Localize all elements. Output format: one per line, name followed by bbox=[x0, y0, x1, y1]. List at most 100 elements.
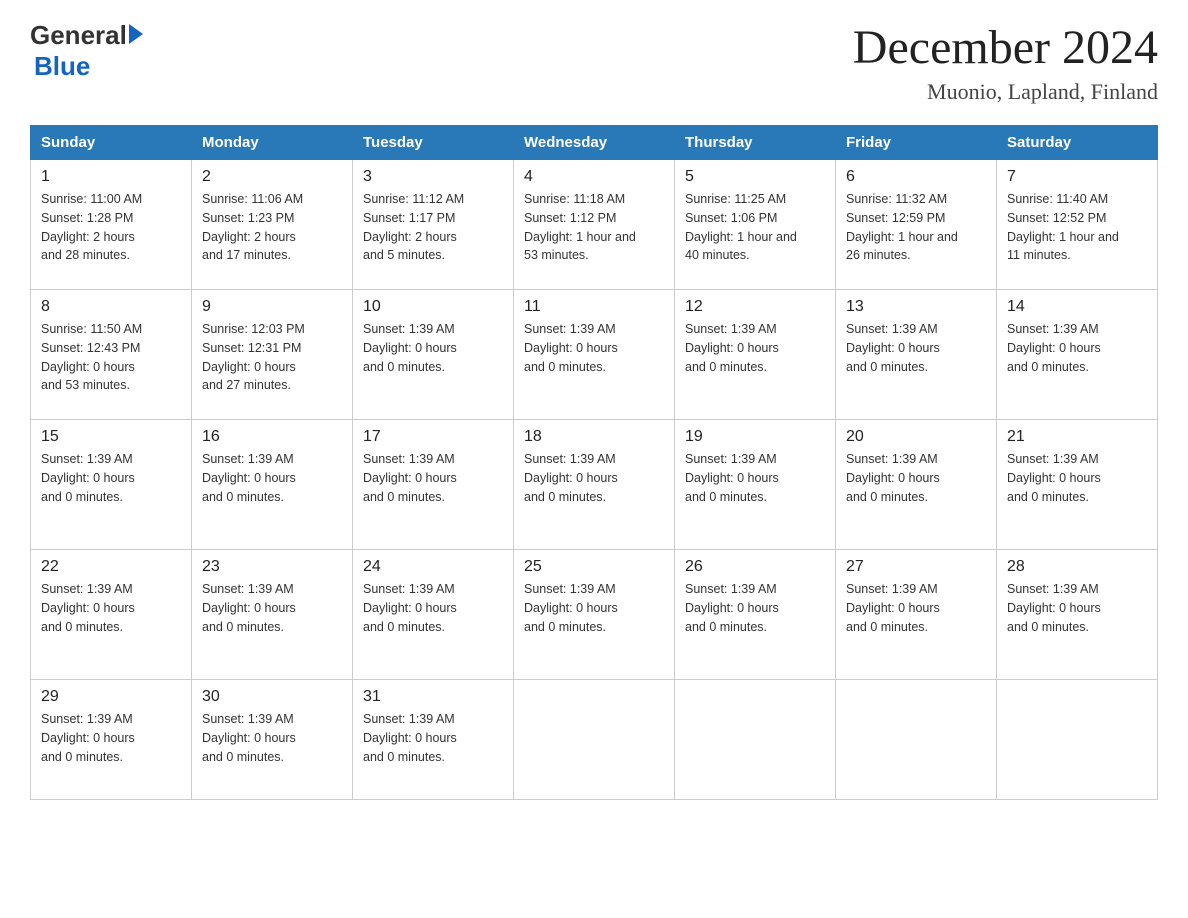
day-number-8: 8 bbox=[41, 298, 181, 316]
day-number-19: 19 bbox=[685, 428, 825, 446]
day-number-27: 27 bbox=[846, 558, 986, 576]
header-col-friday: Friday bbox=[836, 126, 997, 160]
cell-w4-d1: 22 Sunset: 1:39 AM Daylight: 0 hours and … bbox=[31, 550, 192, 680]
day-number-16: 16 bbox=[202, 428, 342, 446]
day-number-29: 29 bbox=[41, 688, 181, 706]
calendar-subtitle: Muonio, Lapland, Finland bbox=[853, 79, 1158, 105]
cell-w1-d7: 7 Sunrise: 11:40 AM Sunset: 12:52 PM Dayl… bbox=[997, 160, 1158, 290]
day-number-2: 2 bbox=[202, 168, 342, 186]
cell-w1-d3: 3Sunrise: 11:12 AM Sunset: 1:17 PM Dayli… bbox=[353, 160, 514, 290]
day-info-21: Sunset: 1:39 AM Daylight: 0 hours and 0 … bbox=[1007, 450, 1147, 506]
cell-w3-d6: 20 Sunset: 1:39 AM Daylight: 0 hours and … bbox=[836, 420, 997, 550]
calendar-title: December 2024 bbox=[853, 20, 1158, 75]
cell-w4-d3: 24 Sunset: 1:39 AM Daylight: 0 hours and … bbox=[353, 550, 514, 680]
header: General Blue December 2024 Muonio, Lapla… bbox=[30, 20, 1158, 105]
day-info-20: Sunset: 1:39 AM Daylight: 0 hours and 0 … bbox=[846, 450, 986, 506]
day-number-30: 30 bbox=[202, 688, 342, 706]
logo: General Blue bbox=[30, 20, 143, 82]
day-info-16: Sunset: 1:39 AM Daylight: 0 hours and 0 … bbox=[202, 450, 342, 506]
day-info-19: Sunset: 1:39 AM Daylight: 0 hours and 0 … bbox=[685, 450, 825, 506]
day-number-13: 13 bbox=[846, 298, 986, 316]
day-info-18: Sunset: 1:39 AM Daylight: 0 hours and 0 … bbox=[524, 450, 664, 506]
cell-w2-d3: 10 Sunset: 1:39 AM Daylight: 0 hours and … bbox=[353, 290, 514, 420]
cell-w5-d7 bbox=[997, 680, 1158, 800]
day-info-28: Sunset: 1:39 AM Daylight: 0 hours and 0 … bbox=[1007, 580, 1147, 636]
day-number-22: 22 bbox=[41, 558, 181, 576]
cell-w1-d6: 6 Sunrise: 11:32 AM Sunset: 12:59 PM Dayl… bbox=[836, 160, 997, 290]
day-number-28: 28 bbox=[1007, 558, 1147, 576]
day-info-8: Sunrise: 11:50 AM Sunset: 12:43 PM Dayli… bbox=[41, 320, 181, 395]
day-info-22: Sunset: 1:39 AM Daylight: 0 hours and 0 … bbox=[41, 580, 181, 636]
cell-w3-d7: 21 Sunset: 1:39 AM Daylight: 0 hours and … bbox=[997, 420, 1158, 550]
day-number-21: 21 bbox=[1007, 428, 1147, 446]
day-number-31: 31 bbox=[363, 688, 503, 706]
day-number-20: 20 bbox=[846, 428, 986, 446]
cell-w2-d7: 14 Sunset: 1:39 AM Daylight: 0 hours and … bbox=[997, 290, 1158, 420]
day-number-23: 23 bbox=[202, 558, 342, 576]
cell-w2-d1: 8 Sunrise: 11:50 AM Sunset: 12:43 PM Dayl… bbox=[31, 290, 192, 420]
day-number-5: 5 bbox=[685, 168, 825, 186]
cell-w3-d2: 16 Sunset: 1:39 AM Daylight: 0 hours and … bbox=[192, 420, 353, 550]
day-info-24: Sunset: 1:39 AM Daylight: 0 hours and 0 … bbox=[363, 580, 503, 636]
cell-w1-d1: 1 Sunrise: 11:00 AM Sunset: 1:28 PM Dayli… bbox=[31, 160, 192, 290]
day-number-24: 24 bbox=[363, 558, 503, 576]
day-info-30: Sunset: 1:39 AM Daylight: 0 hours and 0 … bbox=[202, 710, 342, 766]
day-info-25: Sunset: 1:39 AM Daylight: 0 hours and 0 … bbox=[524, 580, 664, 636]
week-row-2: 8 Sunrise: 11:50 AM Sunset: 12:43 PM Dayl… bbox=[31, 290, 1158, 420]
week-row-3: 15 Sunset: 1:39 AM Daylight: 0 hours and … bbox=[31, 420, 1158, 550]
day-number-6: 6 bbox=[846, 168, 986, 186]
day-info-12: Sunset: 1:39 AM Daylight: 0 hours and 0 … bbox=[685, 320, 825, 376]
week-row-1: 1 Sunrise: 11:00 AM Sunset: 1:28 PM Dayli… bbox=[31, 160, 1158, 290]
day-info-9: Sunrise: 12:03 PM Sunset: 12:31 PM Dayli… bbox=[202, 320, 342, 395]
day-info-31: Sunset: 1:39 AM Daylight: 0 hours and 0 … bbox=[363, 710, 503, 766]
cell-w5-d6 bbox=[836, 680, 997, 800]
day-number-7: 7 bbox=[1007, 168, 1147, 186]
day-number-17: 17 bbox=[363, 428, 503, 446]
day-info-3: Sunrise: 11:12 AM Sunset: 1:17 PM Daylig… bbox=[363, 190, 503, 265]
cell-w2-d5: 12Sunset: 1:39 AM Daylight: 0 hours and … bbox=[675, 290, 836, 420]
cell-w3-d3: 17Sunset: 1:39 AM Daylight: 0 hours and … bbox=[353, 420, 514, 550]
header-col-thursday: Thursday bbox=[675, 126, 836, 160]
day-info-2: Sunrise: 11:06 AM Sunset: 1:23 PM Daylig… bbox=[202, 190, 342, 265]
cell-w5-d5 bbox=[675, 680, 836, 800]
day-number-18: 18 bbox=[524, 428, 664, 446]
day-number-11: 11 bbox=[524, 298, 664, 316]
day-info-26: Sunset: 1:39 AM Daylight: 0 hours and 0 … bbox=[685, 580, 825, 636]
day-number-14: 14 bbox=[1007, 298, 1147, 316]
cell-w4-d6: 27 Sunset: 1:39 AM Daylight: 0 hours and … bbox=[836, 550, 997, 680]
day-number-1: 1 bbox=[41, 168, 181, 186]
day-info-4: Sunrise: 11:18 AM Sunset: 1:12 PM Daylig… bbox=[524, 190, 664, 265]
day-number-25: 25 bbox=[524, 558, 664, 576]
day-number-10: 10 bbox=[363, 298, 503, 316]
cell-w4-d4: 25 Sunset: 1:39 AM Daylight: 0 hours and … bbox=[514, 550, 675, 680]
day-info-10: Sunset: 1:39 AM Daylight: 0 hours and 0 … bbox=[363, 320, 503, 376]
day-info-27: Sunset: 1:39 AM Daylight: 0 hours and 0 … bbox=[846, 580, 986, 636]
week-row-4: 22 Sunset: 1:39 AM Daylight: 0 hours and … bbox=[31, 550, 1158, 680]
header-col-sunday: Sunday bbox=[31, 126, 192, 160]
day-number-15: 15 bbox=[41, 428, 181, 446]
day-info-14: Sunset: 1:39 AM Daylight: 0 hours and 0 … bbox=[1007, 320, 1147, 376]
cell-w4-d5: 26 Sunset: 1:39 AM Daylight: 0 hours and … bbox=[675, 550, 836, 680]
cell-w5-d3: 31 Sunset: 1:39 AM Daylight: 0 hours and … bbox=[353, 680, 514, 800]
day-number-4: 4 bbox=[524, 168, 664, 186]
header-col-tuesday: Tuesday bbox=[353, 126, 514, 160]
day-info-13: Sunset: 1:39 AM Daylight: 0 hours and 0 … bbox=[846, 320, 986, 376]
cell-w1-d2: 2 Sunrise: 11:06 AM Sunset: 1:23 PM Dayli… bbox=[192, 160, 353, 290]
week-row-5: 29 Sunset: 1:39 AM Daylight: 0 hours and … bbox=[31, 680, 1158, 800]
day-info-29: Sunset: 1:39 AM Daylight: 0 hours and 0 … bbox=[41, 710, 181, 766]
cell-w1-d4: 4 Sunrise: 11:18 AM Sunset: 1:12 PM Dayli… bbox=[514, 160, 675, 290]
cell-w2-d2: 9Sunrise: 12:03 PM Sunset: 12:31 PM Dayl… bbox=[192, 290, 353, 420]
logo-arrow-icon bbox=[129, 24, 143, 44]
cell-w2-d4: 11Sunset: 1:39 AM Daylight: 0 hours and … bbox=[514, 290, 675, 420]
day-info-7: Sunrise: 11:40 AM Sunset: 12:52 PM Dayli… bbox=[1007, 190, 1147, 265]
logo-general: General bbox=[30, 20, 127, 51]
column-headers: SundayMondayTuesdayWednesdayThursdayFrid… bbox=[31, 126, 1158, 160]
header-col-wednesday: Wednesday bbox=[514, 126, 675, 160]
day-info-6: Sunrise: 11:32 AM Sunset: 12:59 PM Dayli… bbox=[846, 190, 986, 265]
title-area: December 2024 Muonio, Lapland, Finland bbox=[853, 20, 1158, 105]
cell-w4-d7: 28 Sunset: 1:39 AM Daylight: 0 hours and … bbox=[997, 550, 1158, 680]
header-col-monday: Monday bbox=[192, 126, 353, 160]
logo-blue: Blue bbox=[34, 51, 90, 81]
day-number-26: 26 bbox=[685, 558, 825, 576]
day-info-1: Sunrise: 11:00 AM Sunset: 1:28 PM Daylig… bbox=[41, 190, 181, 265]
